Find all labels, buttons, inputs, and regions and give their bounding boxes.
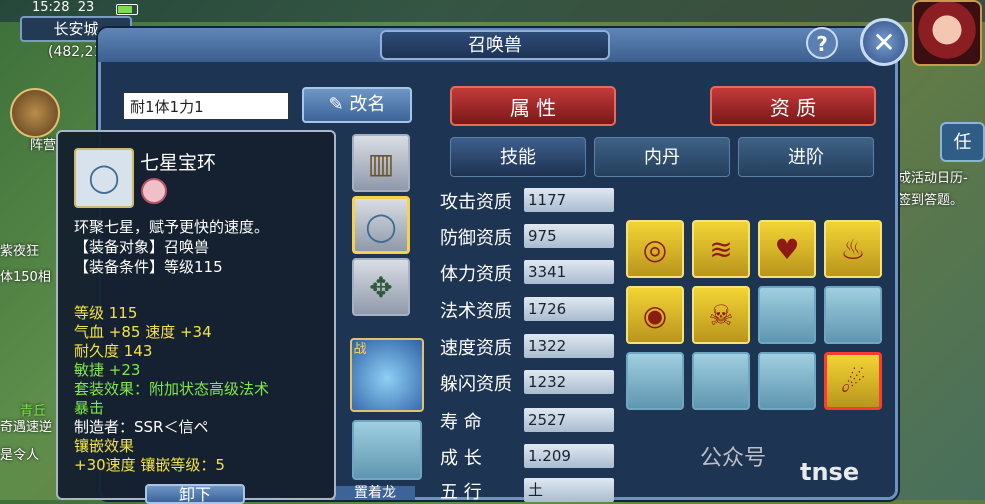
tooltip-hp-speed: 气血 +85 速度 +34: [74, 323, 212, 341]
map-coords: (482,21: [48, 44, 103, 60]
skill-slot-empty[interactable]: [626, 352, 684, 410]
left-text-2: 体150相: [0, 270, 51, 285]
equip-slot-ring[interactable]: ◯: [352, 196, 410, 254]
pet-name-field[interactable]: 耐1体1力1: [123, 92, 289, 120]
watermark: 公众号: [700, 446, 767, 471]
skill-slot[interactable]: ♨: [824, 220, 882, 278]
claw-icon: ≋: [709, 233, 733, 266]
skill-slot[interactable]: ☠: [692, 286, 750, 344]
skill-slot-empty[interactable]: [824, 286, 882, 344]
skill-slot[interactable]: ☄: [824, 352, 882, 410]
tooltip-item-name: 七星宝环: [140, 152, 217, 174]
tooltip-set-effect: 套装效果：附加状态高级法术: [74, 380, 270, 398]
tooltip-level: 等级 115: [74, 304, 138, 322]
clock-badge-icon: [141, 178, 167, 204]
rename-button[interactable]: ✎ 改名: [302, 87, 412, 123]
skill-slot[interactable]: ♥: [758, 220, 816, 278]
camp-icon[interactable]: [10, 88, 60, 138]
skill-slot[interactable]: ≋: [692, 220, 750, 278]
stat-label: 体力资质: [440, 264, 512, 285]
player-avatar[interactable]: [912, 0, 982, 66]
stat-value: 1322: [524, 334, 614, 358]
tooltip-condition: 【装备条件】等级115: [74, 258, 223, 276]
stat-value: 土: [524, 478, 614, 502]
activity-notice: 成活动日历- 签到答题。: [898, 171, 968, 208]
skill-slot-empty[interactable]: [758, 286, 816, 344]
battle-tag: 战: [353, 342, 367, 357]
collar-icon: ✥: [369, 271, 393, 304]
tooltip-item-icon: ◯: [74, 148, 134, 208]
left-text-5: 是令人: [0, 448, 40, 463]
pencil-icon: ✎: [328, 94, 350, 115]
stat-label: 防御资质: [440, 228, 512, 249]
stat-value: 975: [524, 224, 614, 248]
tab-aptitude[interactable]: 资 质: [710, 86, 876, 126]
tooltip-inlay-detail: +30速度 镶嵌等级：5: [74, 456, 225, 474]
set-button[interactable]: 置着龙: [335, 486, 415, 500]
ring-icon: ◯: [88, 161, 120, 194]
stat-value: 1232: [524, 370, 614, 394]
battery-icon: [116, 4, 138, 15]
skill-slot-empty[interactable]: [758, 352, 816, 410]
tooltip-maker: 制造者：SSR＜信ペ: [74, 418, 209, 436]
pet-slot-2[interactable]: [352, 420, 422, 480]
equip-slot-armor[interactable]: ▥: [352, 134, 410, 192]
stat-value: 1.209: [524, 444, 614, 468]
close-button[interactable]: ✕: [860, 18, 908, 66]
flame-icon: ♨: [840, 233, 866, 266]
stat-value: 1177: [524, 188, 614, 212]
tooltip-target: 【装备对象】召唤兽: [74, 238, 210, 256]
tab-neidan[interactable]: 内丹: [594, 137, 730, 177]
left-text-4: 奇遇速逆: [0, 420, 53, 435]
ring-icon: ◯: [365, 210, 397, 243]
rings-icon: ◎: [642, 233, 668, 266]
clock: 15:28 23: [32, 0, 95, 15]
tab-skills[interactable]: 技能: [450, 137, 586, 177]
camp-label: 阵营: [30, 138, 57, 153]
stat-value: 2527: [524, 408, 614, 432]
tab-advance[interactable]: 进阶: [738, 137, 874, 177]
tooltip-set-effect-2: 暴击: [74, 399, 105, 417]
tooltip-inlay-title: 镶嵌效果: [74, 437, 135, 455]
stat-label: 速度资质: [440, 338, 512, 359]
tooltip-desc: 环聚七星，赋予更快的速度。: [74, 218, 270, 236]
status-bar: [0, 0, 985, 22]
stat-value: 3341: [524, 260, 614, 284]
skill-slot[interactable]: ◉: [626, 286, 684, 344]
task-tab[interactable]: 任: [940, 122, 985, 162]
help-button[interactable]: ?: [806, 27, 838, 59]
stat-label: 法术资质: [440, 301, 512, 322]
stat-value: 1726: [524, 297, 614, 321]
stat-label: 五 行: [440, 482, 482, 503]
meteor-icon: ☄: [840, 366, 866, 399]
equip-slot-collar[interactable]: ✥: [352, 258, 410, 316]
tooltip-agility: 敏捷 +23: [74, 361, 141, 379]
skill-slot-empty[interactable]: [692, 352, 750, 410]
watermark-logo: tnse: [800, 458, 860, 486]
window-title: 召唤兽: [380, 30, 610, 60]
heart-icon: ♥: [774, 233, 800, 266]
owl-icon: ◉: [642, 299, 668, 332]
skill-slot[interactable]: ◎: [626, 220, 684, 278]
tab-attributes[interactable]: 属 性: [450, 86, 616, 126]
left-text-1: 紫夜狂: [0, 244, 40, 259]
tooltip-durability: 耐久度 143: [74, 342, 153, 360]
skeleton-icon: ☠: [708, 299, 734, 332]
stat-label: 寿 命: [440, 412, 482, 433]
unequip-button[interactable]: 卸下: [145, 484, 245, 504]
bracer-icon: ▥: [367, 147, 395, 180]
stat-label: 攻击资质: [440, 192, 512, 213]
stat-label: 成 长: [440, 448, 482, 469]
stat-label: 躲闪资质: [440, 374, 512, 395]
